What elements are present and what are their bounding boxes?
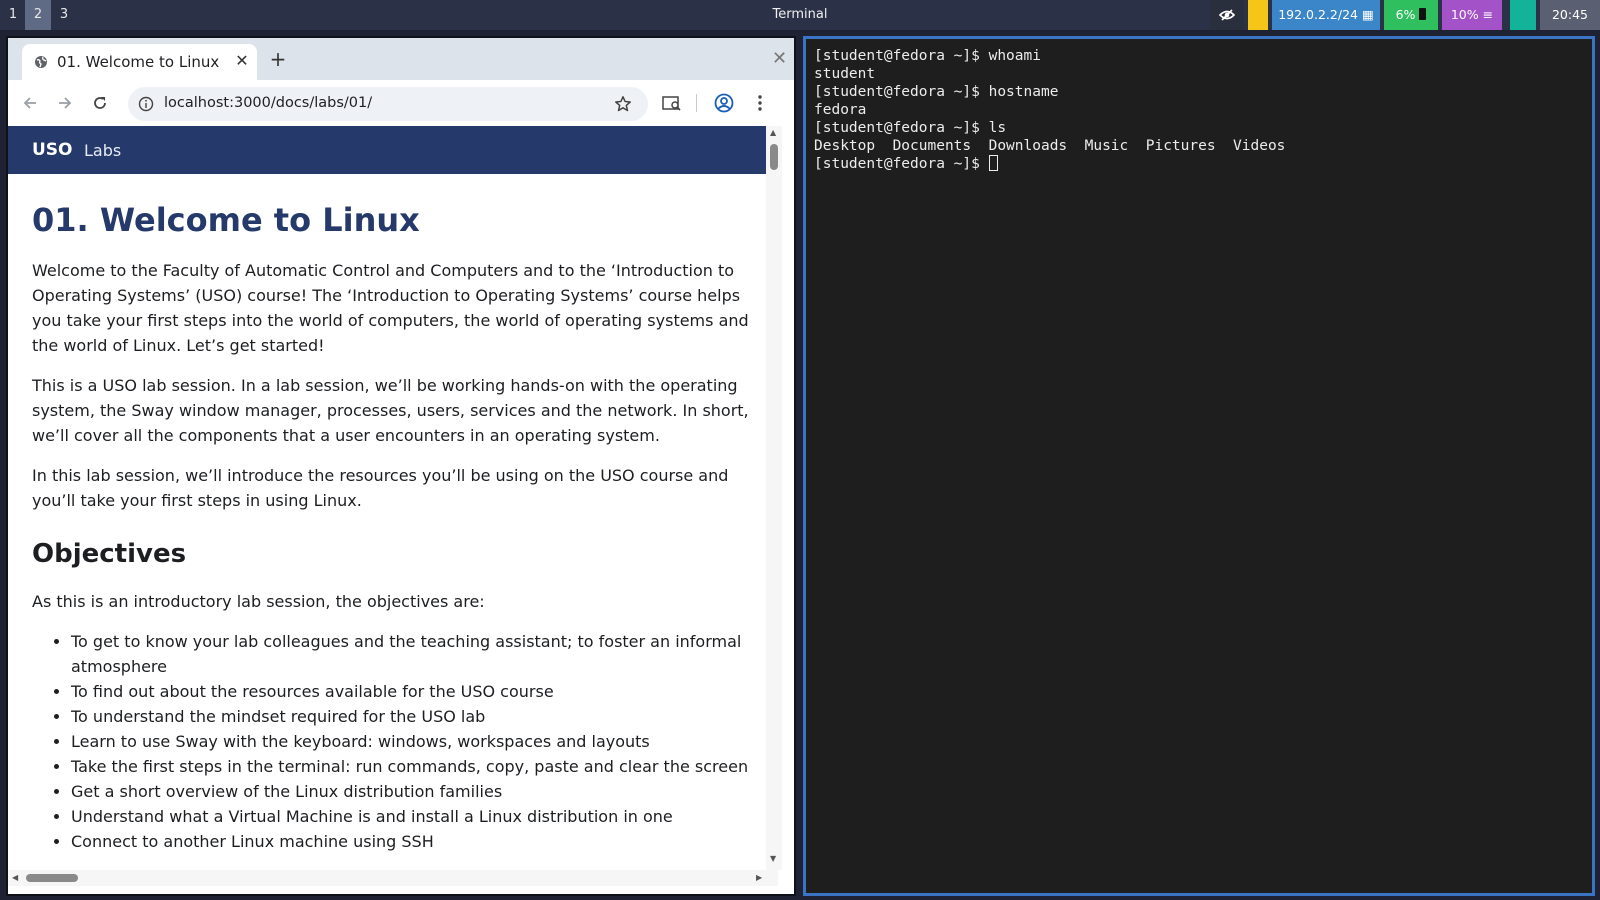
horizontal-scroll-thumb[interactable] — [26, 874, 78, 882]
status-indicator-yellow — [1248, 0, 1268, 30]
arrow-left-icon — [23, 97, 36, 109]
terminal-prompt-line[interactable]: [student@fedora ~]$ — [814, 155, 1285, 173]
profile-button[interactable] — [712, 91, 736, 115]
scroll-right-icon[interactable]: ▶ — [756, 873, 762, 882]
terminal-line: [student@fedora ~]$ hostname — [814, 84, 1059, 100]
cpu-usage: 10% — [1450, 7, 1479, 22]
terminal-window[interactable]: [student@fedora ~]$ whoami student [studen… — [803, 36, 1595, 896]
workspace-1-button[interactable]: 1 — [0, 0, 26, 30]
browser-toolbar: localhost:3000/docs/labs/01/ — [8, 80, 794, 126]
clock: 20:45 — [1540, 0, 1600, 30]
network-status[interactable]: 192.0.2.2/24 ▦ — [1272, 0, 1380, 30]
reload-button[interactable] — [88, 91, 112, 115]
objectives-list: To get to know your lab colleagues and t… — [71, 629, 752, 854]
browser-window: 01. Welcome to Linux ✕ + ✕ localhost:300… — [6, 36, 796, 896]
site-brand-link[interactable]: USO — [32, 140, 73, 160]
vertical-scrollbar[interactable]: ▲ ▼ — [766, 126, 782, 870]
search-tabs-button[interactable] — [660, 91, 684, 115]
list-item: Take the first steps in the terminal: ru… — [71, 754, 752, 779]
forward-button[interactable] — [53, 91, 77, 115]
toolbar-divider — [696, 94, 697, 112]
idle-inhibitor-icon[interactable] — [1210, 0, 1244, 30]
objectives-intro: As this is an introductory lab session, … — [32, 592, 485, 611]
kebab-menu-icon — [758, 95, 762, 111]
status-indicator-teal — [1510, 0, 1536, 30]
tab-strip: 01. Welcome to Linux ✕ + ✕ — [8, 38, 794, 80]
objectives-heading: Objectives — [32, 539, 187, 569]
cpu-icon: ≡ — [1482, 7, 1494, 22]
back-button[interactable] — [18, 91, 42, 115]
tab-close-icon[interactable]: ✕ — [232, 51, 252, 71]
window-close-icon[interactable]: ✕ — [772, 48, 787, 69]
lab-session-paragraph: This is a USO lab session. In a lab sess… — [32, 376, 749, 445]
terminal-line: [student@fedora ~]$ whoami — [814, 48, 1041, 64]
list-item: To understand the mindset required for t… — [71, 704, 752, 729]
battery-icon — [1419, 8, 1427, 20]
terminal-line: fedora — [814, 102, 867, 118]
scroll-down-icon[interactable]: ▼ — [770, 854, 776, 863]
list-item: Get a short overview of the Linux distri… — [71, 779, 752, 804]
url-text: localhost:3000/docs/labs/01/ — [164, 95, 373, 111]
tab-search-icon — [662, 96, 681, 111]
network-icon: ▦ — [1361, 7, 1374, 22]
address-bar[interactable]: localhost:3000/docs/labs/01/ — [128, 87, 648, 121]
browser-tab[interactable]: 01. Welcome to Linux ✕ — [22, 44, 257, 80]
reload-icon — [94, 97, 106, 109]
workspace-3-button[interactable]: 3 — [51, 0, 77, 30]
vertical-scroll-thumb[interactable] — [770, 144, 778, 170]
terminal-cursor — [988, 155, 998, 171]
arrow-right-icon — [59, 97, 72, 109]
list-item: To get to know your lab colleagues and t… — [71, 629, 752, 679]
tab-title: 01. Welcome to Linux — [57, 53, 220, 71]
profile-icon — [714, 93, 734, 113]
battery-status[interactable]: 6% — [1384, 0, 1438, 30]
new-tab-button[interactable]: + — [266, 47, 290, 71]
browser-menu-button[interactable] — [748, 91, 772, 115]
bookmark-star-icon[interactable] — [614, 95, 632, 113]
list-item: Connect to another Linux machine using S… — [71, 829, 752, 854]
site-info-icon[interactable] — [138, 96, 154, 112]
workspace-2-button[interactable]: 2 — [25, 0, 51, 30]
site-navbar: USO Labs — [8, 126, 766, 174]
list-item: Understand what a Virtual Machine is and… — [71, 804, 752, 829]
list-item: To find out about the resources availabl… — [71, 679, 752, 704]
scroll-up-icon[interactable]: ▲ — [770, 128, 776, 137]
intro-paragraph: Welcome to the Faculty of Automatic Cont… — [32, 261, 749, 355]
terminal-prompt: [student@fedora ~]$ — [814, 156, 989, 172]
globe-icon — [35, 56, 47, 68]
list-item: Learn to use Sway with the keyboard: win… — [71, 729, 752, 754]
top-bar: 1 2 3 Terminal 192.0.2.2/24 ▦ 6% 10% ≡ 2… — [0, 0, 1600, 30]
scroll-left-icon[interactable]: ◀ — [12, 873, 18, 882]
horizontal-scrollbar[interactable]: ◀ ▶ — [8, 870, 778, 886]
terminal-line: [student@fedora ~]$ ls — [814, 120, 1007, 136]
page-title: 01. Welcome to Linux — [32, 201, 420, 239]
nav-link-labs[interactable]: Labs — [84, 141, 121, 160]
terminal-line: Desktop Documents Downloads Music Pictur… — [814, 138, 1286, 154]
web-page: USO Labs 01. Welcome to Linux Welcome to… — [8, 126, 778, 870]
resources-paragraph: In this lab session, we’ll introduce the… — [32, 466, 729, 510]
network-address: 192.0.2.2/24 — [1278, 7, 1358, 22]
terminal-output[interactable]: [student@fedora ~]$ whoami student [studen… — [814, 47, 1285, 173]
battery-level: 6% — [1395, 7, 1416, 22]
cpu-status[interactable]: 10% ≡ — [1442, 0, 1502, 30]
terminal-line: student — [814, 66, 876, 82]
article-content: 01. Welcome to Linux Welcome to the Facu… — [32, 200, 752, 854]
